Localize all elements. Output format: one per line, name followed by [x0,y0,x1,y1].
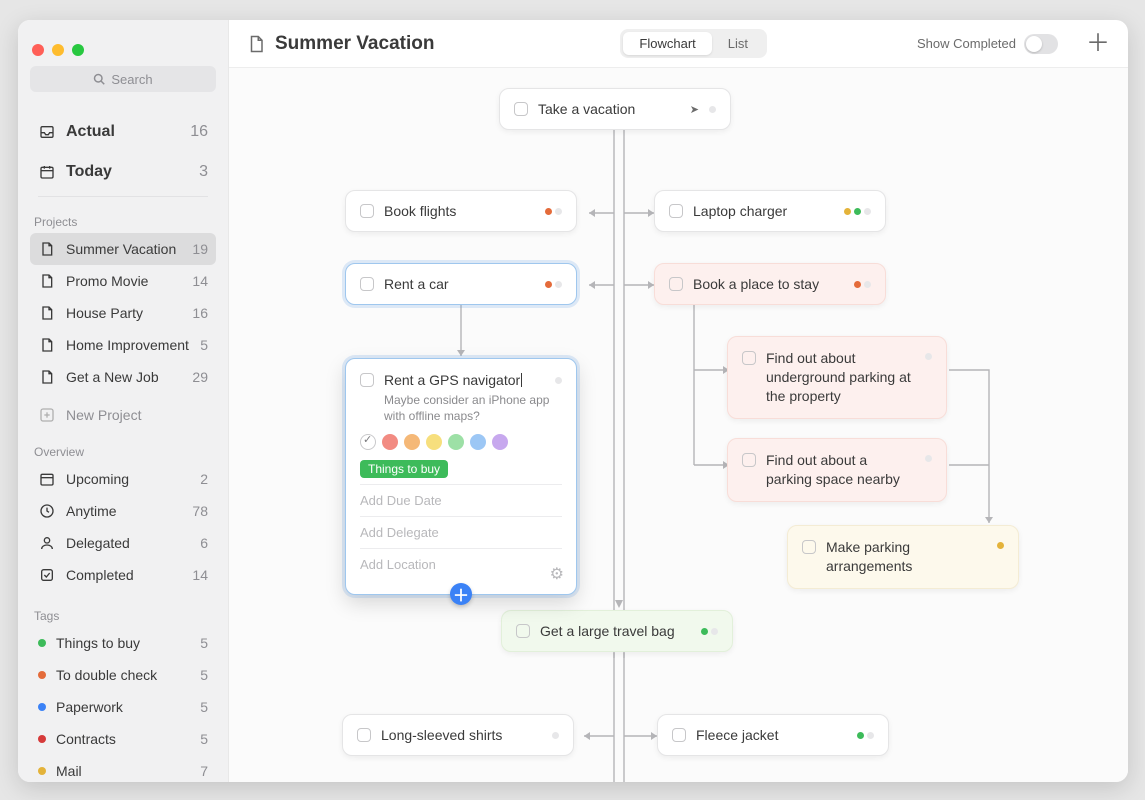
projects-header: Projects [26,215,220,233]
sidebar: Search Actual 16 Today 3 Projects Summer… [18,20,228,782]
overview-item[interactable]: Delegated6 [30,527,216,559]
overview-icon [38,502,56,520]
toolbar: Summer Vacation Flowchart List Show Comp… [229,20,1128,68]
due-date-field[interactable]: Add Due Date [360,484,562,516]
location-field[interactable]: Add Location [360,548,562,580]
add-child-button[interactable]: ＋ [450,583,472,605]
color-swatch[interactable] [426,434,442,450]
search-input[interactable]: Search [30,66,216,92]
overview-item[interactable]: Completed14 [30,559,216,591]
document-icon [38,304,56,322]
list-tab[interactable]: List [712,32,764,55]
checkbox-icon[interactable] [360,204,374,218]
editor-notes[interactable]: Maybe consider an iPhone app with offlin… [384,393,562,424]
view-switcher[interactable]: Flowchart List [620,29,767,58]
node-arrangements[interactable]: Make parking arrangements [787,525,1019,589]
node-underground[interactable]: Find out about underground parking at th… [727,336,947,419]
node-space[interactable]: Find out about a parking space nearby [727,438,947,502]
tag-item[interactable]: To double check5 [30,659,216,691]
document-icon [38,368,56,386]
project-item[interactable]: Get a New Job29 [30,361,216,393]
checkbox-icon[interactable] [360,373,374,387]
search-placeholder: Search [111,72,152,87]
checkbox-icon[interactable] [802,540,816,554]
tag-item[interactable]: Paperwork5 [30,691,216,723]
add-button[interactable]: ＋ [1086,32,1110,56]
window-controls[interactable] [32,44,84,56]
nav-actual[interactable]: Actual 16 [30,112,216,152]
minimize-window[interactable] [52,44,64,56]
document-icon [38,240,56,258]
checkbox-icon[interactable] [669,277,683,291]
color-picker[interactable] [360,434,562,450]
node-editor[interactable]: Rent a GPS navigator Maybe consider an i… [345,358,577,595]
calendar-icon [38,163,56,181]
color-swatch[interactable] [448,434,464,450]
checkbox-icon[interactable] [516,624,530,638]
overview-item[interactable]: Anytime78 [30,495,216,527]
checkbox-icon[interactable] [360,277,374,291]
project-item[interactable]: House Party16 [30,297,216,329]
project-item[interactable]: Summer Vacation19 [30,233,216,265]
search-icon [93,73,105,85]
inbox-icon [38,123,56,141]
checkbox-icon[interactable] [357,728,371,742]
overview-icon [38,470,56,488]
new-project-button[interactable]: New Project [30,399,216,431]
checkbox-icon[interactable] [672,728,686,742]
no-color-swatch[interactable] [360,434,376,450]
zoom-window[interactable] [72,44,84,56]
tag-dot-icon [38,767,46,775]
node-shirts[interactable]: Long-sleeved shirts [342,714,574,756]
overview-header: Overview [26,445,220,463]
color-swatch[interactable] [404,434,420,450]
show-completed-toggle[interactable] [1024,34,1058,54]
tag-item[interactable]: Things to buy5 [30,627,216,659]
checkbox-icon[interactable] [514,102,528,116]
node-fleece[interactable]: Fleece jacket [657,714,889,756]
color-swatch[interactable] [492,434,508,450]
flowchart-tab[interactable]: Flowchart [623,32,711,55]
document-icon [38,336,56,354]
project-item[interactable]: Promo Movie14 [30,265,216,297]
overview-item[interactable]: Upcoming2 [30,463,216,495]
close-window[interactable] [32,44,44,56]
gear-icon[interactable]: ⚙ [550,564,564,584]
show-completed-label: Show Completed [917,36,1016,51]
node-car[interactable]: Rent a car [345,263,577,305]
editor-title-input[interactable]: Rent a GPS navigator [384,372,522,388]
color-swatch[interactable] [470,434,486,450]
checkbox-icon[interactable] [669,204,683,218]
location-icon: ➤ [690,103,699,116]
tag-item[interactable]: Contracts5 [30,723,216,755]
document-title: Summer Vacation [247,33,434,55]
editor-tag[interactable]: Things to buy [360,460,448,478]
overview-icon [38,534,56,552]
plus-icon [38,406,56,424]
project-item[interactable]: Home Improvement5 [30,329,216,361]
tag-dot-icon [38,735,46,743]
delegate-field[interactable]: Add Delegate [360,516,562,548]
node-flights[interactable]: Book flights [345,190,577,232]
tag-dot-icon [38,639,46,647]
document-icon [38,272,56,290]
node-root[interactable]: Take a vacation ➤ [499,88,731,130]
checkbox-icon[interactable] [742,453,756,467]
tag-dot-icon [38,671,46,679]
node-laptop[interactable]: Laptop charger [654,190,886,232]
node-place[interactable]: Book a place to stay [654,263,886,305]
flowchart-canvas[interactable]: Take a vacation ➤ Book flights Laptop ch… [229,68,1128,782]
checkbox-icon[interactable] [742,351,756,365]
node-bag[interactable]: Get a large travel bag [501,610,733,652]
tags-header: Tags [26,609,220,627]
document-icon [247,34,265,54]
tag-item[interactable]: Mail7 [30,755,216,782]
nav-today[interactable]: Today 3 [30,152,216,192]
tag-dot-icon [38,703,46,711]
overview-icon [38,566,56,584]
color-swatch[interactable] [382,434,398,450]
